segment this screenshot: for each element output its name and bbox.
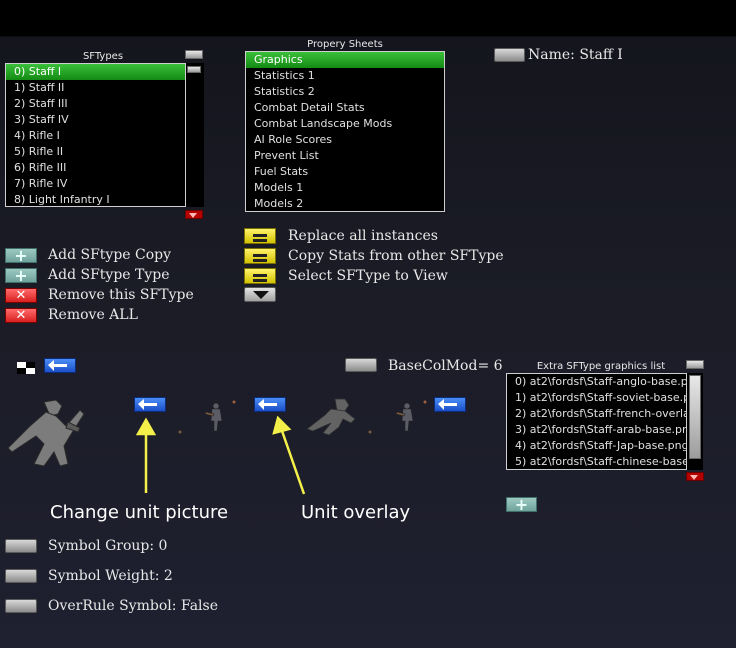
list-item[interactable]: Statistics 1 bbox=[246, 68, 444, 84]
extra-scroll-thumb[interactable] bbox=[689, 375, 701, 459]
arrow-left-icon bbox=[438, 399, 457, 410]
list-item[interactable]: AI Role Scores bbox=[246, 132, 444, 148]
list-item[interactable]: 0) at2\fordsf\Staff-anglo-base.png bbox=[507, 374, 686, 390]
plus-icon: + bbox=[14, 246, 28, 265]
extra-graphic-button[interactable] bbox=[434, 397, 466, 412]
list-item[interactable]: 0) Staff I bbox=[6, 64, 185, 80]
sheet-action-button-1[interactable] bbox=[244, 248, 276, 264]
list-item[interactable]: 5) at2\fordsf\Staff-chinese-base.png bbox=[507, 454, 686, 469]
sftypes-scroll-up[interactable] bbox=[185, 50, 203, 59]
remove-sftype-button-3[interactable]: ✕ bbox=[5, 308, 37, 323]
sftype-action-label: Remove this SFType bbox=[48, 287, 194, 303]
sftypes-title: SFTypes bbox=[82, 51, 124, 62]
sftype-action-label: Add SFtype Copy bbox=[48, 247, 172, 263]
annotation-unit-overlay: Unit overlay bbox=[301, 502, 411, 523]
rename-button[interactable] bbox=[494, 48, 525, 62]
sftypes-scroll-thumb[interactable] bbox=[187, 66, 201, 73]
symbol-setting-label: OverRule Symbol: False bbox=[48, 598, 219, 614]
chevron-down-icon bbox=[253, 291, 269, 299]
symbol-setting-button-0[interactable] bbox=[5, 539, 37, 553]
plus-icon: + bbox=[14, 266, 28, 285]
list-item[interactable]: Combat Landscape Mods bbox=[246, 116, 444, 132]
sheet-action-button-0[interactable] bbox=[244, 228, 276, 244]
list-item[interactable]: 2) at2\fordsf\Staff-french-overlay bbox=[507, 406, 686, 422]
arrow-left-icon bbox=[48, 360, 67, 371]
sftypes-scrollbar[interactable] bbox=[186, 63, 204, 207]
list-item[interactable]: Fuel Stats bbox=[246, 164, 444, 180]
sftypes-list[interactable]: 0) Staff I 1) Staff II 2) Staff III 3) Staf… bbox=[5, 63, 186, 207]
add-sftype-button-1[interactable]: + bbox=[5, 266, 37, 285]
sftype-action-label: Remove ALL bbox=[48, 307, 138, 323]
sheet-action-label: Replace all instances bbox=[288, 228, 438, 244]
arrow-left-icon bbox=[138, 399, 157, 410]
list-item[interactable]: 4) at2\fordsf\Staff-Jap-base.png bbox=[507, 438, 686, 454]
list-item[interactable]: Graphics bbox=[246, 52, 444, 68]
list-item[interactable]: 1) at2\fordsf\Staff-soviet-base.png bbox=[507, 390, 686, 406]
arrow-left-icon bbox=[258, 399, 277, 410]
basecolmod-label: BaseColMod= 6 bbox=[388, 358, 503, 374]
name-label: Name: Staff I bbox=[528, 47, 623, 63]
unit-overlay-button[interactable] bbox=[254, 397, 286, 412]
list-item[interactable]: 7) Rifle IV bbox=[6, 176, 185, 192]
list-item[interactable]: Combat Detail Stats bbox=[246, 100, 444, 116]
sftype-action-label: Add SFtype Type bbox=[48, 267, 170, 283]
list-item[interactable]: Models 1 bbox=[246, 180, 444, 196]
remove-sftype-button-2[interactable]: ✕ bbox=[5, 288, 37, 303]
list-item[interactable]: 3) Staff IV bbox=[6, 112, 185, 128]
extra-scroll-down-icon[interactable] bbox=[686, 472, 704, 481]
symbol-setting-label: Symbol Group: 0 bbox=[48, 538, 168, 554]
sheet-action-button-2[interactable] bbox=[244, 268, 276, 284]
list-item[interactable]: 6) Rifle III bbox=[6, 160, 185, 176]
select-dropdown-button[interactable] bbox=[244, 287, 276, 302]
add-graphic-button[interactable]: + bbox=[506, 495, 537, 514]
list-item[interactable]: 5) Rifle II bbox=[6, 144, 185, 160]
list-item[interactable]: 2) Staff III bbox=[6, 96, 185, 112]
add-sftype-button-0[interactable]: + bbox=[5, 246, 37, 265]
sheet-action-label: Select SFType to View bbox=[288, 268, 448, 284]
close-icon: ✕ bbox=[15, 308, 27, 323]
list-item[interactable]: Prevent List bbox=[246, 148, 444, 164]
extra-graphics-title: Extra SFType graphics list bbox=[536, 361, 666, 372]
color-swatch-icon[interactable] bbox=[17, 362, 35, 374]
list-item[interactable]: 4) Rifle I bbox=[6, 128, 185, 144]
close-icon: ✕ bbox=[15, 288, 27, 303]
list-item[interactable]: 1) Staff II bbox=[6, 80, 185, 96]
list-item[interactable]: 3) at2\fordsf\Staff-arab-base.png bbox=[507, 422, 686, 438]
symbol-setting-button-2[interactable] bbox=[5, 599, 37, 613]
sheet-action-label: Copy Stats from other SFType bbox=[288, 248, 504, 264]
plus-icon: + bbox=[514, 495, 529, 514]
unit-picture-large bbox=[7, 399, 85, 467]
color-apply-button[interactable] bbox=[44, 358, 76, 373]
unit-overlay-large bbox=[306, 398, 356, 436]
unit-picture-small bbox=[178, 400, 236, 434]
unit-overlay-small bbox=[368, 400, 427, 434]
list-item[interactable]: Models 2 bbox=[246, 196, 444, 211]
list-item[interactable]: 8) Light Infantry I bbox=[6, 192, 185, 206]
annotation-change-picture: Change unit picture bbox=[50, 502, 229, 523]
symbol-setting-label: Symbol Weight: 2 bbox=[48, 568, 173, 584]
list-item[interactable]: Statistics 2 bbox=[246, 84, 444, 100]
basecolmod-button[interactable] bbox=[345, 358, 377, 372]
extra-graphics-list[interactable]: 0) at2\fordsf\Staff-anglo-base.png 1) at2… bbox=[506, 373, 687, 470]
sftypes-scroll-down-icon[interactable] bbox=[185, 210, 203, 219]
property-sheets-list[interactable]: Graphics Statistics 1 Statistics 2 Combat D… bbox=[245, 51, 445, 212]
property-sheets-title: Propery Sheets bbox=[307, 39, 383, 50]
symbol-setting-button-1[interactable] bbox=[5, 569, 37, 583]
extra-scroll-up[interactable] bbox=[686, 360, 704, 369]
change-picture-button[interactable] bbox=[134, 397, 166, 412]
